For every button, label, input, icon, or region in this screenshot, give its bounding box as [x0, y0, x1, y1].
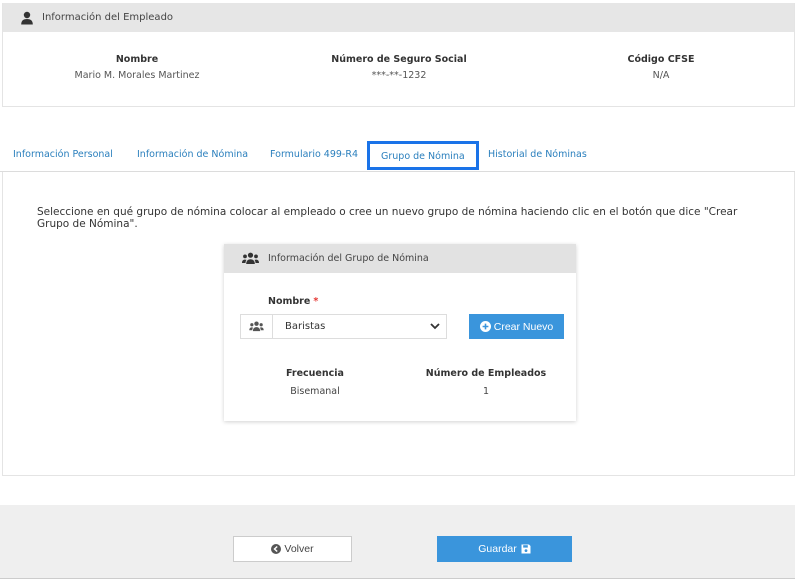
- tab-informacion-personal[interactable]: Información Personal: [13, 149, 113, 160]
- group-info-card: Información del Grupo de Nómina Nombre * …: [224, 244, 576, 421]
- required-mark: *: [313, 296, 319, 307]
- footer-bar: Volver Guardar: [0, 505, 795, 579]
- ssn-value: ***-**-1232: [371, 70, 427, 81]
- tab-grupo-nomina[interactable]: Grupo de Nómina: [367, 141, 479, 170]
- tab-historial-nominas[interactable]: Historial de Nóminas: [488, 149, 587, 160]
- chevron-down-icon[interactable]: [430, 322, 440, 330]
- group-nombre-label-text: Nombre: [268, 296, 311, 307]
- guardar-button[interactable]: Guardar: [437, 536, 572, 562]
- cfse-value: N/A: [652, 70, 670, 81]
- group-info-title: Información del Grupo de Nómina: [268, 253, 429, 264]
- field-cfse: Código CFSE N/A: [541, 54, 781, 81]
- arrow-left-circle-icon: [271, 544, 282, 554]
- frecuencia-value: Bisemanal: [290, 386, 340, 397]
- field-nombre: Nombre Mario M. Morales Martinez: [17, 54, 257, 81]
- group-nombre-label: Nombre *: [268, 296, 318, 307]
- nombre-value: Mario M. Morales Martinez: [74, 70, 200, 81]
- select-users-icon: [241, 315, 273, 338]
- employee-info-title: Información del Empleado: [42, 12, 174, 23]
- employee-info-header: Información del Empleado: [3, 3, 794, 32]
- frecuencia-stat: Frecuencia Bisemanal: [278, 368, 352, 397]
- group-select[interactable]: Baristas: [240, 314, 447, 339]
- group-select-value[interactable]: Baristas: [273, 315, 446, 338]
- volver-button[interactable]: Volver: [233, 536, 352, 562]
- plus-circle-icon: [479, 321, 491, 332]
- empleados-value: 1: [482, 386, 490, 397]
- tab-formulario-499[interactable]: Formulario 499-R4: [270, 149, 358, 160]
- empleados-label: Número de Empleados: [425, 368, 547, 379]
- guardar-label: Guardar: [478, 543, 517, 555]
- volver-label: Volver: [284, 543, 314, 555]
- empleados-stat: Número de Empleados 1: [422, 368, 550, 397]
- employee-info-card: Información del Empleado Nombre Mario M.…: [2, 3, 795, 107]
- users-icon: [242, 252, 259, 265]
- nombre-label: Nombre: [115, 54, 159, 65]
- crear-nuevo-button[interactable]: Crear Nuevo: [469, 314, 564, 339]
- save-icon: [521, 544, 531, 554]
- employee-fields: Nombre Mario M. Morales Martinez Número …: [3, 32, 794, 107]
- tab-informacion-nomina[interactable]: Información de Nómina: [137, 149, 248, 160]
- ssn-label: Número de Seguro Social: [331, 54, 467, 65]
- frecuencia-label: Frecuencia: [286, 368, 344, 379]
- cfse-label: Código CFSE: [627, 54, 695, 65]
- user-icon: [20, 11, 34, 25]
- field-ssn: Número de Seguro Social ***-**-1232: [279, 54, 519, 81]
- tab-bar: Información Personal Información de Nómi…: [0, 140, 795, 172]
- group-info-header: Información del Grupo de Nómina: [224, 244, 576, 273]
- crear-nuevo-label: Crear Nuevo: [493, 320, 554, 333]
- selected-group-text: Baristas: [285, 321, 326, 332]
- instructions-text: Seleccione en qué grupo de nómina coloca…: [37, 206, 738, 230]
- tab-content-panel: Seleccione en qué grupo de nómina coloca…: [2, 172, 795, 476]
